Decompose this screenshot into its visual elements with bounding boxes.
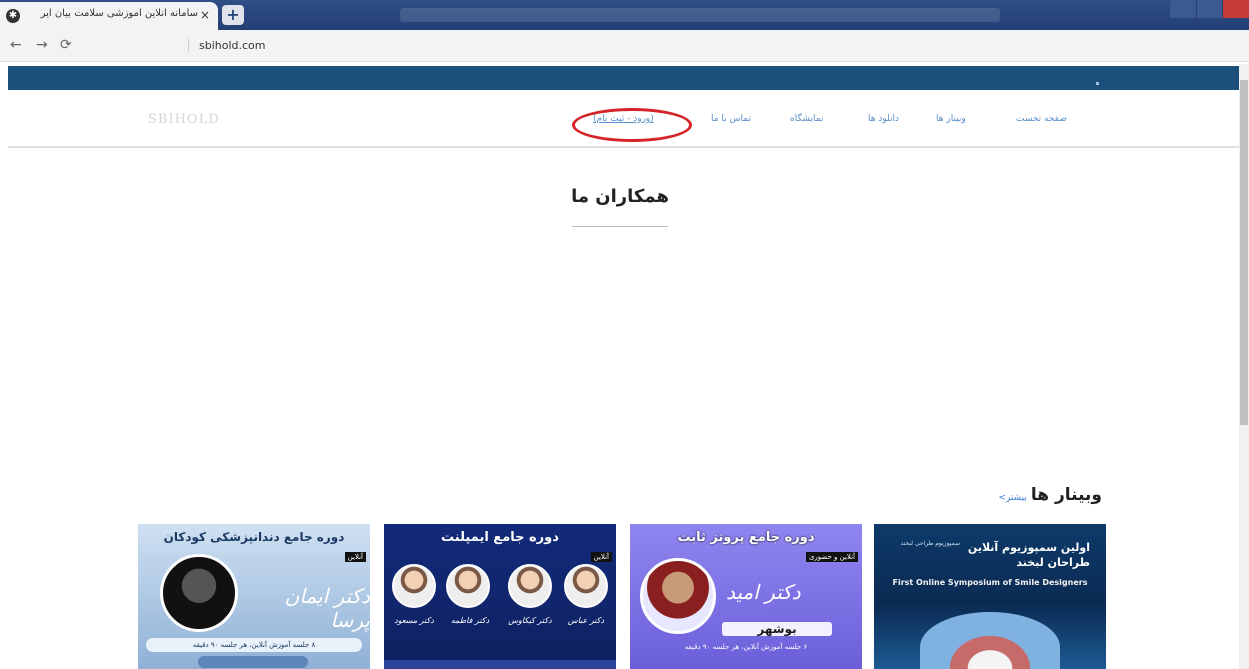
red-highlight-circle <box>572 108 692 142</box>
presenter-caption: دکتر کیکاوس <box>508 616 552 625</box>
card-bottom-strip <box>384 660 616 669</box>
card-badge: آنلاین و حضوری <box>805 552 858 562</box>
presenter-caption: دکتر فاطمه <box>450 616 490 625</box>
minimize-button[interactable] <box>1169 0 1196 18</box>
card-badge: آنلاین <box>590 552 612 562</box>
site-top-bar <box>8 66 1241 90</box>
card-title: اولین سمپوزیوم آنلاین طراحان لبخند <box>967 541 1090 569</box>
card-info: ۶ جلسه آموزش آنلاین، هر جلسه ۹۰ دقیقه <box>684 643 808 651</box>
section-title: همکاران ما <box>571 186 669 207</box>
tab-title: سامانه آنلاین آموزشی سلامت بیان ایرانیان <box>40 8 198 19</box>
topbar-dot <box>1096 82 1099 85</box>
menu-item-home[interactable]: صفحه نخست <box>1016 114 1067 124</box>
webinars-more-link[interactable]: بیشتر> <box>998 493 1026 503</box>
browser-tab[interactable]: ✱ سامانه آنلاین آموزشی سلامت بیان ایرانی… <box>0 2 218 30</box>
new-tab-button[interactable]: + <box>222 5 244 25</box>
reload-icon[interactable]: ⟳ <box>60 37 72 53</box>
webinar-card-prosthesis[interactable]: دوره جامع پروتز ثابت آنلاین و حضوری دکتر… <box>630 524 862 669</box>
webinars-title: وبینار ها <box>1030 485 1102 505</box>
window-controls <box>1169 0 1249 18</box>
card-organizer: سمپوزیوم طراحی لبخند <box>900 540 960 547</box>
window-close-button[interactable] <box>1222 0 1249 18</box>
presenter-name: دکتر ایمان پرسا <box>284 584 370 632</box>
scrollbar-thumb[interactable] <box>1240 80 1248 425</box>
card-badge: آنلاین <box>344 552 366 562</box>
presenter-photo <box>564 564 608 608</box>
address-bar: ← → ⟳ sbihold.com <box>0 30 1249 62</box>
webinars-heading: وبینار ها بیشتر> <box>960 485 1102 505</box>
site-logo[interactable]: SBIHOLD <box>148 112 228 134</box>
webinar-card-implant[interactable]: دوره جامع ایمپلنت آنلاین دکتر مسعود دکتر… <box>384 524 616 669</box>
card-info-strip-2 <box>198 656 308 668</box>
card-title: دوره جامع ایمپلنت <box>441 530 559 545</box>
card-city: بوشهر <box>722 622 832 636</box>
menu-item-webinars[interactable]: وبینار ها <box>936 114 966 124</box>
menu-item-downloads[interactable]: دانلود ها <box>868 114 899 124</box>
card-title: دوره جامع پروتز ثابت <box>677 530 815 545</box>
title-underline <box>572 226 668 227</box>
presenter-photo <box>392 564 436 608</box>
card-info-strip: ۸ جلسه آموزش آنلاین، هر جلسه ۹۰ دقیقه <box>146 638 362 652</box>
tab-close-icon[interactable]: × <box>200 8 210 22</box>
presenter-photo <box>446 564 490 608</box>
presenter-caption: دکتر عباس <box>567 616 605 625</box>
smile-image <box>920 612 1060 669</box>
titlebar-blur <box>400 8 1000 22</box>
menu-item-exhibition[interactable]: نمایشگاه <box>790 114 823 124</box>
browser-tab-bar: ✱ سامانه آنلاین آموزشی سلامت بیان ایرانی… <box>0 0 1249 30</box>
forward-arrow-icon[interactable]: → <box>36 37 48 53</box>
webinar-card-smile-symposium[interactable]: سمپوزیوم طراحی لبخند اولین سمپوزیوم آنلا… <box>874 524 1106 669</box>
presenter-photo <box>160 554 238 632</box>
webinar-card-pediatric[interactable]: دوره جامع دندانپزشکی کودکان آنلاین دکتر … <box>138 524 370 669</box>
presenter-name: دکتر امید <box>726 580 801 604</box>
card-english-title: First Online Symposium of Smile Designer… <box>892 578 1088 587</box>
site-favicon-icon: ✱ <box>6 9 20 23</box>
presenter-photo <box>508 564 552 608</box>
presenter-photo <box>640 558 716 634</box>
presenter-caption: دکتر مسعود <box>394 616 434 625</box>
menu-item-contact[interactable]: تماس با ما <box>711 114 751 124</box>
back-arrow-icon[interactable]: ← <box>10 37 22 53</box>
card-title: دوره جامع دندانپزشکی کودکان <box>163 530 345 544</box>
url-field[interactable]: sbihold.com <box>188 39 266 52</box>
maximize-button[interactable] <box>1195 0 1223 18</box>
